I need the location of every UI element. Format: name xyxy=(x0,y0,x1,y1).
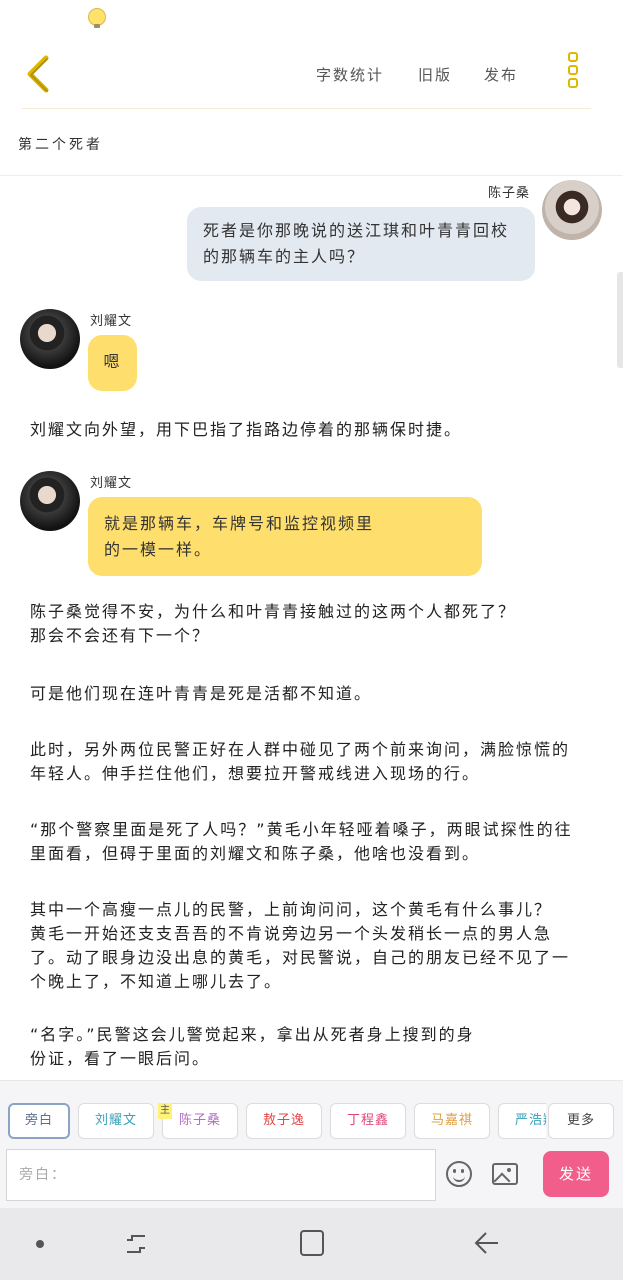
scrollbar[interactable] xyxy=(617,272,623,368)
narration-text[interactable]: 刘耀文向外望，用下巴指了指路边停着的那辆保时捷。 xyxy=(30,418,590,442)
character-chip[interactable]: 丁程鑫 xyxy=(330,1103,406,1139)
more-menu-button[interactable] xyxy=(562,52,584,96)
home-icon[interactable] xyxy=(300,1230,324,1256)
old-version-button[interactable]: 旧版 xyxy=(418,64,452,85)
back-arrow-icon[interactable] xyxy=(472,1230,500,1256)
character-chip[interactable]: 刘耀文 xyxy=(78,1103,154,1139)
chapter-title: 第二个死者 xyxy=(18,137,103,153)
header-divider xyxy=(22,108,591,109)
vertical-dots-icon xyxy=(568,52,578,62)
character-chip[interactable]: 严浩翔 xyxy=(498,1103,546,1139)
narration-text[interactable]: 此时，另外两位民警正好在人群中碰见了两个前来询问，满脸惊慌的 年轻人。伸手拦住他… xyxy=(30,738,590,786)
composer: 旁白 刘耀文 陈子桑 主 敖子逸 丁程鑫 马嘉祺 严浩翔 更多 发送 xyxy=(0,1080,623,1209)
avatar[interactable] xyxy=(542,180,602,240)
more-characters-button[interactable]: 更多 xyxy=(548,1103,614,1139)
nav-dot-icon[interactable] xyxy=(36,1240,44,1248)
character-chip[interactable]: 敖子逸 xyxy=(246,1103,322,1139)
header: 字数统计 旧版 发布 xyxy=(0,36,623,112)
message-bubble[interactable]: 嗯 xyxy=(88,335,137,391)
lightbulb-icon xyxy=(88,8,106,28)
speaker-name: 刘耀文 xyxy=(90,314,133,329)
recent-apps-icon[interactable] xyxy=(124,1232,148,1256)
message-input[interactable] xyxy=(6,1149,436,1201)
narration-text[interactable]: 其中一个高瘦一点儿的民警，上前询问问，这个黄毛有什么事儿？ 黄毛一开始还支支吾吾… xyxy=(30,898,590,994)
divider xyxy=(0,175,623,176)
speaker-name: 刘耀文 xyxy=(90,476,133,491)
send-button[interactable]: 发送 xyxy=(543,1151,609,1197)
main-character-badge: 主 xyxy=(158,1103,172,1119)
narration-text[interactable]: 可是他们现在连叶青青是死是活都不知道。 xyxy=(30,682,590,706)
avatar[interactable] xyxy=(20,309,80,369)
speaker-name: 陈子桑 xyxy=(488,186,531,201)
message-bubble[interactable]: 就是那辆车，车牌号和监控视频里 的一模一样。 xyxy=(88,497,482,576)
system-navigation-bar xyxy=(0,1208,623,1280)
narration-text[interactable]: 陈子桑觉得不安，为什么和叶青青接触过的这两个人都死了？ 那会不会还有下一个？ xyxy=(30,600,590,648)
back-button[interactable] xyxy=(22,54,58,94)
status-bar xyxy=(0,0,623,36)
publish-button[interactable]: 发布 xyxy=(484,64,518,85)
smiley-icon[interactable] xyxy=(446,1161,472,1187)
word-count-button[interactable]: 字数统计 xyxy=(316,64,384,85)
character-chip[interactable]: 陈子桑 xyxy=(162,1103,238,1139)
narration-text[interactable]: “那个警察里面是死了人吗？”黄毛小年轻哑着嗓子，两眼试探性的往 里面看，但碍于里… xyxy=(30,818,590,866)
image-icon[interactable] xyxy=(492,1163,518,1185)
avatar[interactable] xyxy=(20,471,80,531)
message-bubble[interactable]: 死者是你那晚说的送江琪和叶青青回校 的那辆车的主人吗？ xyxy=(187,207,535,281)
character-chip-narrator[interactable]: 旁白 xyxy=(8,1103,70,1139)
chevron-left-icon xyxy=(27,55,49,93)
character-chip[interactable]: 马嘉祺 xyxy=(414,1103,490,1139)
narration-text[interactable]: “名字。”民警这会儿警觉起来，拿出从死者身上搜到的身 份证，看了一眼后问。 xyxy=(30,1023,590,1071)
